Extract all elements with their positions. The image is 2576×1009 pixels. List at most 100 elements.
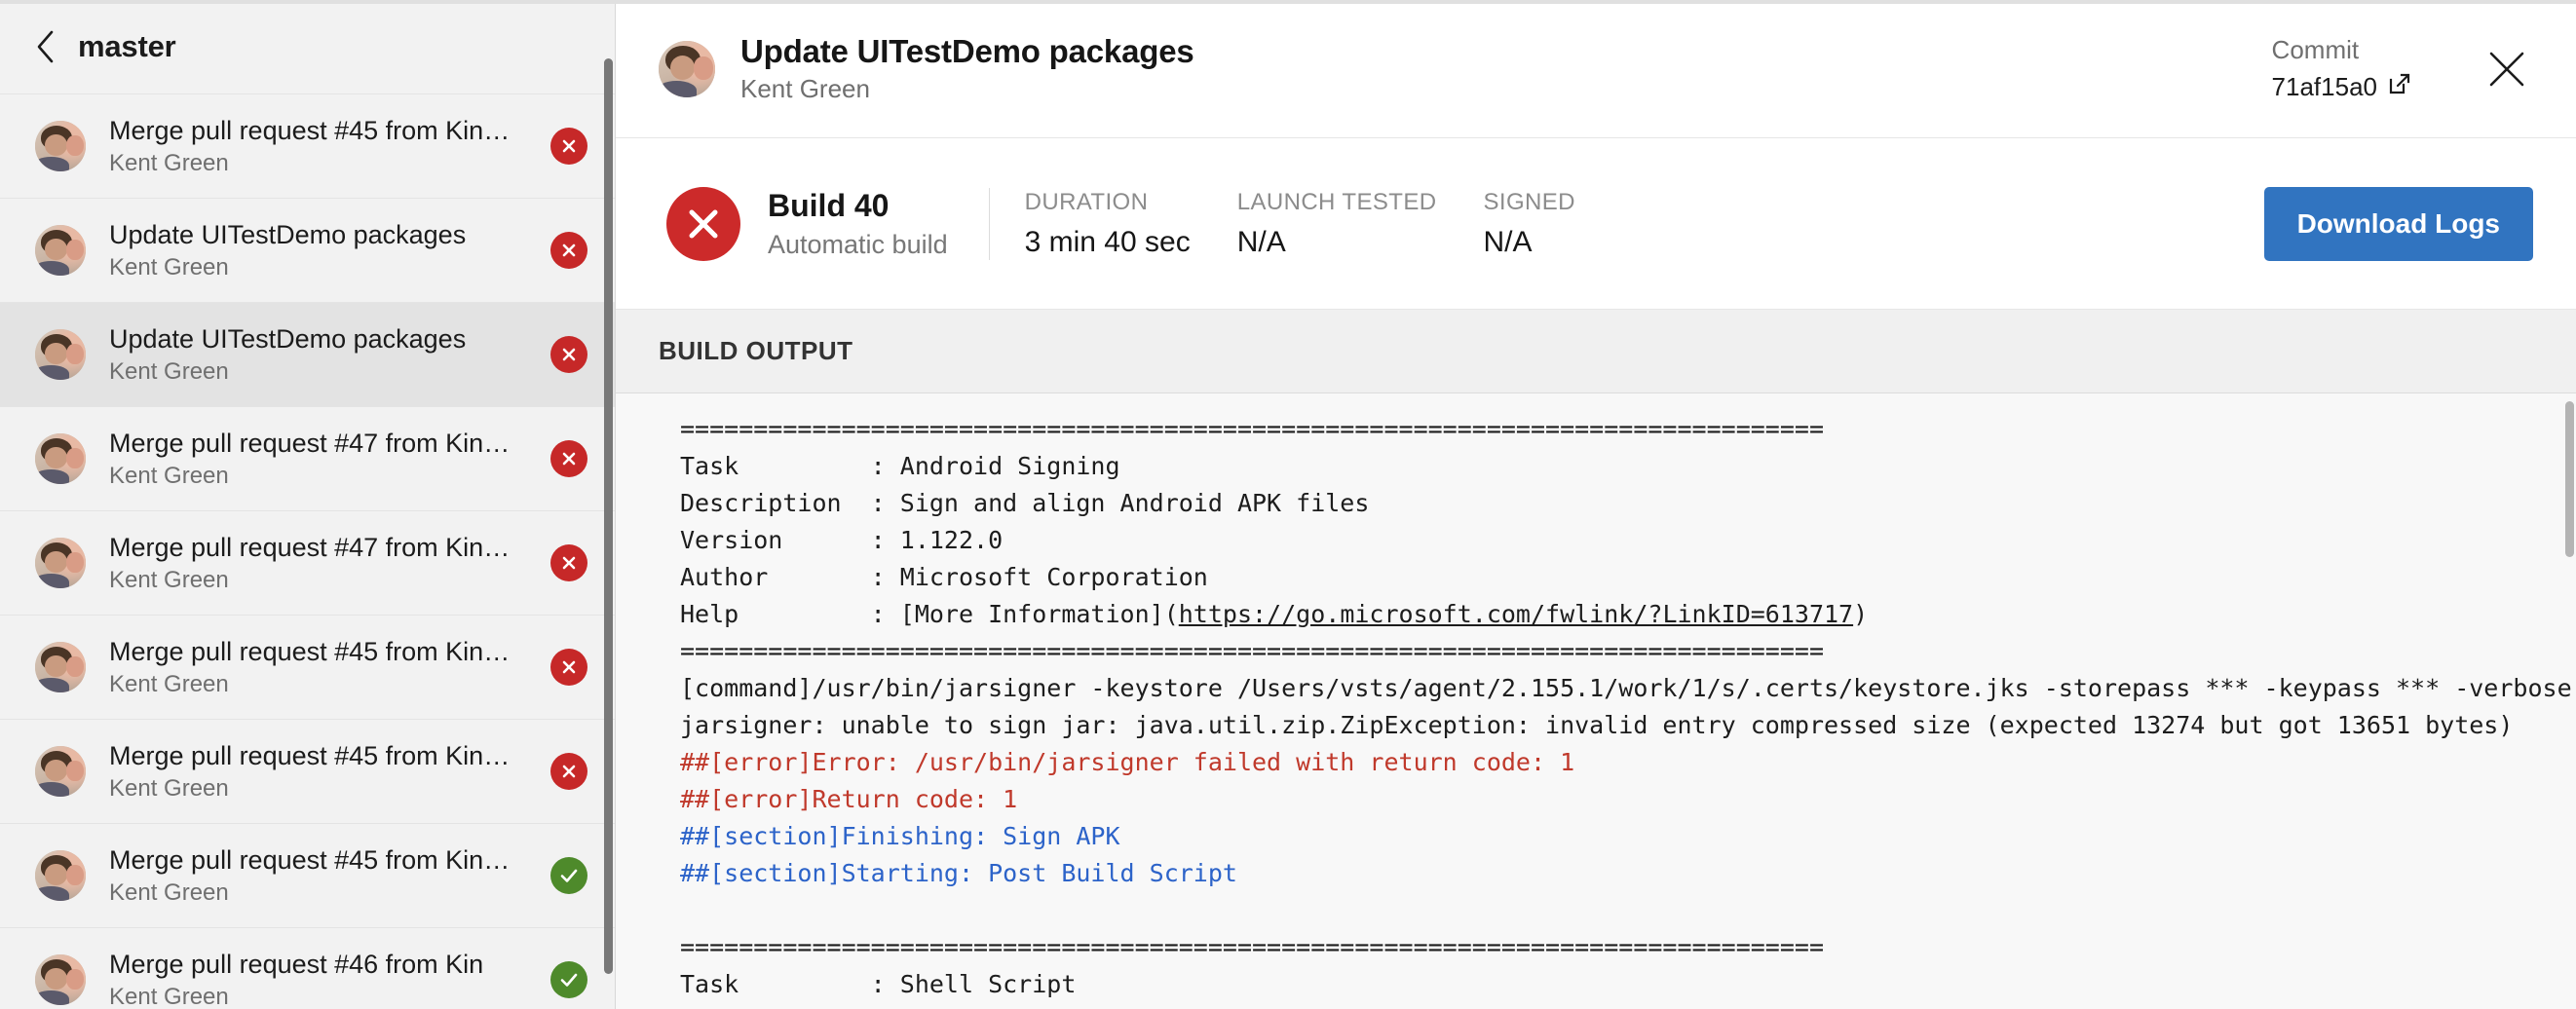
log-scrollbar-vertical[interactable] [2562, 393, 2576, 1009]
avatar [659, 40, 715, 97]
list-item-author: Kent Green [109, 357, 229, 385]
status-badge-success-icon [550, 857, 587, 894]
log-line: ========================================… [680, 637, 1824, 665]
list-item-title: Update UITestDemo packages [109, 323, 467, 354]
build-identity: Build 40 Automatic build [768, 188, 989, 260]
log-line: ##[section]Starting: Post Build Script [680, 859, 1237, 887]
list-item-title: Merge pull request #45 from Kin… [109, 636, 511, 666]
avatar [35, 642, 86, 692]
list-item-text: Merge pull request #45 from Kin… Kent Gre… [109, 741, 517, 803]
commit-sidebar: master Merge pull request #45 from Kin… K… [0, 0, 616, 1009]
build-details-window: master Merge pull request #45 from Kin… K… [0, 0, 2576, 1009]
list-item[interactable]: Merge pull request #47 from Kin… Kent Gre… [0, 510, 615, 615]
list-item-author: Kent Green [109, 670, 229, 697]
log-line-link[interactable]: https://go.microsoft.com/fwlink/?LinkID=… [1179, 600, 1853, 628]
avatar [35, 225, 86, 276]
status-badge-failed-icon [550, 336, 587, 373]
chevron-left-icon[interactable] [35, 29, 57, 64]
build-output-header: BUILD OUTPUT [616, 310, 2576, 393]
header-titles: Update UITestDemo packages Kent Green [740, 33, 2247, 104]
list-item[interactable]: Update UITestDemo packages Kent Green [0, 198, 615, 302]
list-item-text: Update UITestDemo packages Kent Green [109, 324, 517, 386]
status-badge-failed-icon [550, 649, 587, 686]
list-item[interactable]: Merge pull request #45 from Kin… Kent Gre… [0, 615, 615, 719]
window-top-edge [0, 0, 2576, 4]
list-item-title: Merge pull request #47 from Kin… [109, 532, 511, 562]
build-number: Build 40 [768, 187, 890, 223]
avatar [35, 850, 86, 901]
commit-hash: 71af15a0 [2271, 71, 2377, 101]
list-item-author: Kent Green [109, 566, 229, 593]
status-badge-failed-icon [550, 128, 587, 165]
metric-value: N/A [1483, 225, 1533, 258]
commit-list: Merge pull request #45 from Kin… Kent Gre… [0, 93, 615, 1009]
metric-label: DURATION [1024, 188, 1149, 215]
log-line: ##[section]Finishing: Sign APK [680, 822, 1120, 850]
list-item-author: Kent Green [109, 462, 229, 489]
avatar [35, 329, 86, 380]
sidebar-scrollbar-thumb[interactable] [604, 58, 613, 974]
error-x-icon [666, 186, 740, 261]
status-badge-failed-icon [550, 440, 587, 477]
commit-author: Kent Green [740, 74, 870, 103]
avatar [35, 954, 86, 1005]
list-item[interactable]: Merge pull request #46 from Kin Kent Gree… [0, 927, 615, 1009]
metric-label: LAUNCH TESTED [1236, 188, 1437, 215]
list-item-title: Merge pull request #45 from Kin… [109, 740, 511, 770]
page-title: Update UITestDemo packages [740, 33, 1194, 69]
log-line: Author : Microsoft Corporation [680, 563, 1208, 591]
log-line: Task : Shell Script [680, 970, 1077, 998]
log-line: Task : Android Signing [680, 452, 1120, 480]
build-summary-bar: Build 40 Automatic build DURATION 3 min 4… [616, 138, 2576, 310]
metric-label: SIGNED [1483, 188, 1575, 215]
commit-label: Commit [2271, 34, 2360, 64]
list-item[interactable]: Merge pull request #45 from Kin… Kent Gre… [0, 823, 615, 927]
log-line: jarsigner: unable to sign jar: java.util… [680, 711, 2514, 739]
external-link-icon[interactable] [2387, 71, 2412, 103]
commit-info: Commit 71af15a0 [2272, 35, 2412, 103]
summary-divider [988, 187, 990, 260]
log-line: ##[error]Error: /usr/bin/jarsigner faile… [680, 748, 1575, 776]
metric-value: N/A [1236, 225, 1286, 258]
list-item-title: Merge pull request #47 from Kin… [109, 428, 511, 458]
metric-signed: SIGNED N/A [1484, 189, 1575, 259]
avatar [35, 538, 86, 588]
list-item-text: Merge pull request #47 from Kin… Kent Gre… [109, 429, 517, 490]
sidebar-header: master [0, 0, 615, 93]
metric-value: 3 min 40 sec [1024, 225, 1191, 258]
avatar [35, 746, 86, 797]
list-item[interactable]: Merge pull request #45 from Kin… Kent Gre… [0, 93, 615, 198]
list-item-text: Merge pull request #47 from Kin… Kent Gre… [109, 533, 517, 594]
log-scrollbar-thumb[interactable] [2565, 401, 2574, 557]
list-item-text: Merge pull request #46 from Kin Kent Gree… [109, 950, 517, 1009]
log-line-suffix: ) [1853, 600, 1869, 628]
build-metrics: DURATION 3 min 40 sec LAUNCH TESTED N/A SIGN… [1025, 189, 2264, 259]
list-item-title: Merge pull request #46 from Kin [109, 949, 484, 979]
status-badge-failed-icon [550, 753, 587, 790]
branch-name: master [78, 29, 176, 63]
log-line-prefix: Help : [More Information]( [680, 600, 1179, 628]
list-item-title: Merge pull request #45 from Kin… [109, 115, 511, 145]
list-item-author: Kent Green [109, 983, 229, 1009]
list-item[interactable]: Merge pull request #47 from Kin… Kent Gre… [0, 406, 615, 510]
list-item-author: Kent Green [109, 253, 229, 280]
log-line: ========================================… [680, 415, 1824, 443]
build-kind: Automatic build [768, 229, 948, 259]
log-text: ========================================… [616, 393, 2576, 1009]
list-item-text: Merge pull request #45 from Kin… Kent Gre… [109, 637, 517, 698]
list-item[interactable]: Merge pull request #45 from Kin… Kent Gre… [0, 719, 615, 823]
close-icon[interactable] [2481, 43, 2533, 95]
list-item[interactable]: Update UITestDemo packages Kent Green [0, 302, 615, 406]
list-item-text: Merge pull request #45 from Kin… Kent Gre… [109, 116, 517, 177]
commit-hash-link[interactable]: 71af15a0 [2272, 71, 2412, 103]
build-detail-pane: Update UITestDemo packages Kent Green Co… [616, 0, 2576, 1009]
list-item-author: Kent Green [109, 774, 229, 802]
status-badge-success-icon [550, 961, 587, 998]
build-output-log[interactable]: ========================================… [616, 393, 2576, 1009]
avatar [35, 433, 86, 484]
sidebar-scrollbar[interactable] [601, 0, 615, 1009]
download-logs-button[interactable]: Download Logs [2263, 186, 2533, 261]
list-item-title: Update UITestDemo packages [109, 219, 467, 249]
build-output-label: BUILD OUTPUT [659, 336, 853, 365]
